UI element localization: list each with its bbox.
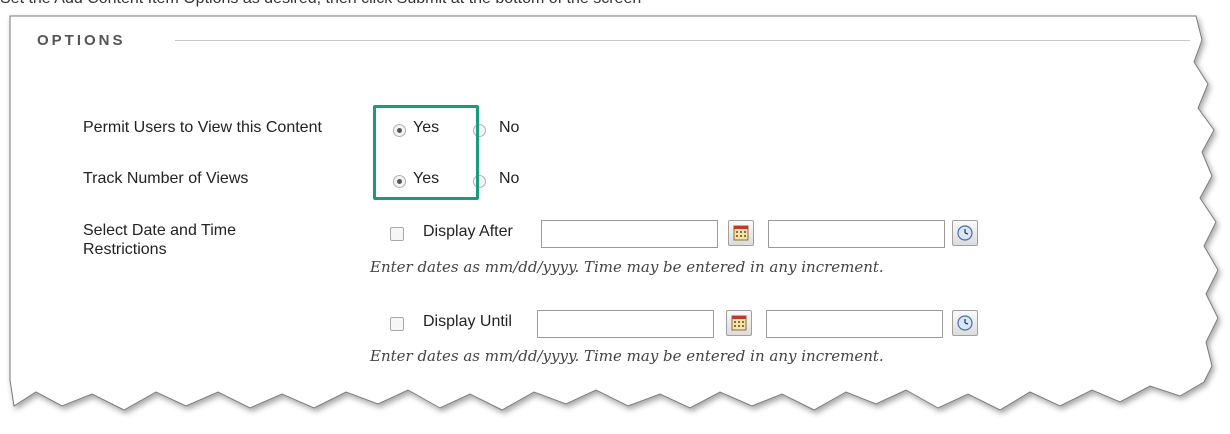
torn-paper-frame [9,15,1219,411]
display-until-label: Display Until [423,313,512,330]
clock-icon[interactable] [952,220,978,246]
display-after-date-input[interactable] [541,220,718,248]
display-until-checkbox[interactable] [390,317,404,331]
display-after-hint: Enter dates as mm/dd/yyyy. Time may be e… [370,258,884,276]
calendar-icon[interactable] [726,310,752,336]
display-until-time-input[interactable] [766,310,943,338]
display-after-time-input[interactable] [768,220,945,248]
calendar-icon[interactable] [728,220,754,246]
track-views-no-label[interactable]: No [499,170,519,188]
display-after-label: Display After [423,223,513,240]
display-until-hint: Enter dates as mm/dd/yyyy. Time may be e… [370,347,884,365]
cutoff-header-text: Set the Add Content Item Options as desi… [0,0,641,8]
display-until-date-input[interactable] [537,310,714,338]
section-title: OPTIONS [37,32,126,49]
track-views-label: Track Number of Views [83,170,249,187]
permit-view-no-label[interactable]: No [499,119,519,137]
section-title-rule [175,40,1190,41]
permit-view-label: Permit Users to View this Content [83,119,322,136]
date-restrictions-label: Select Date and Time Restrictions [83,222,236,258]
highlight-box [373,105,479,200]
clock-icon[interactable] [952,310,978,336]
display-after-checkbox[interactable] [390,227,404,241]
